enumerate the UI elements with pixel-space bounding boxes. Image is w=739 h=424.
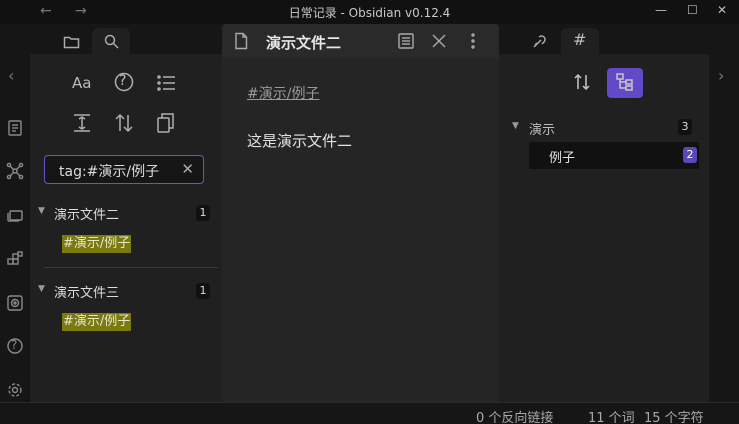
help-glyph: ?: [11, 338, 18, 352]
search-result-file[interactable]: ▼ 演示文件三 1: [38, 281, 214, 301]
status-bar: 0 个反向链接 11 个词 15 个字符: [0, 402, 739, 424]
collapse-caret-icon[interactable]: ▼: [38, 284, 45, 294]
tag-tree-child-item[interactable]: 例子 2: [529, 142, 699, 169]
left-sidebar-tabs: [30, 24, 222, 54]
help-icon[interactable]: ?: [6, 337, 24, 355]
search-input[interactable]: tag:#演示/例子 ✕: [44, 155, 204, 184]
tag-label: 例子: [549, 151, 576, 166]
explain-search-icon[interactable]: [156, 72, 180, 96]
graph-view-icon[interactable]: [6, 162, 24, 180]
minimize-button[interactable]: —: [655, 3, 667, 17]
copy-results-icon[interactable]: [155, 112, 179, 136]
search-icon: [104, 34, 119, 49]
document-icon: [232, 32, 250, 50]
title-bar: ← → 日常记录 - Obsidian v0.12.4 — ☐ ✕: [0, 0, 739, 24]
match-count-badge: 1: [196, 283, 210, 299]
editor-pane-header: 演示文件二: [222, 24, 499, 58]
tag-count-badge: 2: [683, 147, 697, 163]
pane-title[interactable]: 演示文件二: [266, 32, 341, 53]
search-result-file[interactable]: ▼ 演示文件二 1: [38, 203, 214, 223]
tab-tags[interactable]: #: [561, 28, 599, 54]
clear-search-icon[interactable]: ✕: [181, 160, 194, 178]
slides-icon[interactable]: [6, 206, 24, 224]
result-file-title: 演示文件三: [54, 286, 120, 301]
tab-file-explorer[interactable]: [52, 28, 90, 54]
editor[interactable]: #演示/例子 这是演示文件二: [222, 58, 499, 402]
reading-view-icon[interactable]: [397, 32, 415, 50]
backlinks-icon: [533, 35, 546, 48]
tab-backlinks[interactable]: [521, 28, 559, 54]
quick-switcher-icon[interactable]: [6, 119, 24, 137]
result-file-title: 演示文件二: [54, 208, 120, 223]
backlinks-count[interactable]: 0 个反向链接: [476, 407, 553, 424]
folder-icon: [63, 36, 80, 49]
plugins-icon[interactable]: [6, 250, 24, 268]
tag-tree-view-icon[interactable]: [607, 68, 643, 98]
help-icon[interactable]: ?: [113, 71, 137, 95]
search-match[interactable]: #演示/例子: [62, 313, 132, 331]
search-query: tag:#演示/例子: [59, 164, 160, 180]
match-count-badge: 1: [196, 205, 210, 221]
settings-gear-icon[interactable]: [6, 381, 24, 399]
maximize-button[interactable]: ☐: [687, 3, 698, 17]
collapse-caret-icon[interactable]: ▼: [512, 121, 519, 131]
tag-link[interactable]: #演示/例子: [247, 83, 319, 103]
close-pane-icon[interactable]: [430, 32, 448, 50]
window-title: 日常记录 - Obsidian v0.12.4: [288, 6, 451, 20]
tag-pane: [499, 54, 709, 402]
character-count: 15 个字符: [644, 411, 704, 424]
sort-tags-icon[interactable]: [564, 68, 600, 98]
match-case-button[interactable]: Aa: [72, 74, 91, 92]
collapse-caret-icon[interactable]: ▼: [38, 206, 45, 216]
tag-hash-icon: #: [573, 30, 587, 49]
more-options-icon[interactable]: [464, 32, 482, 50]
tag-label: 演示: [529, 123, 556, 138]
close-window-button[interactable]: ✕: [717, 3, 727, 17]
right-sidebar-tabs: #: [499, 24, 709, 54]
word-count: 11 个词: [588, 411, 635, 424]
vault-icon[interactable]: [6, 294, 24, 312]
tag-tree-item[interactable]: ▼ 演示 3: [512, 117, 692, 138]
divider: [44, 267, 218, 268]
help-glyph: ?: [119, 73, 127, 89]
collapse-right-sidebar-chevron-icon[interactable]: ›: [718, 66, 724, 85]
tag-count-badge: 3: [678, 119, 692, 135]
collapse-left-sidebar-chevron-icon[interactable]: ‹: [8, 66, 14, 85]
search-panel: [30, 54, 222, 402]
ribbon: ?: [0, 24, 30, 402]
collapse-results-icon[interactable]: [71, 112, 95, 136]
sort-icon[interactable]: [113, 112, 137, 136]
search-match[interactable]: #演示/例子: [62, 235, 132, 253]
note-body-text: 这是演示文件二: [247, 132, 353, 150]
tab-search[interactable]: [92, 28, 130, 54]
